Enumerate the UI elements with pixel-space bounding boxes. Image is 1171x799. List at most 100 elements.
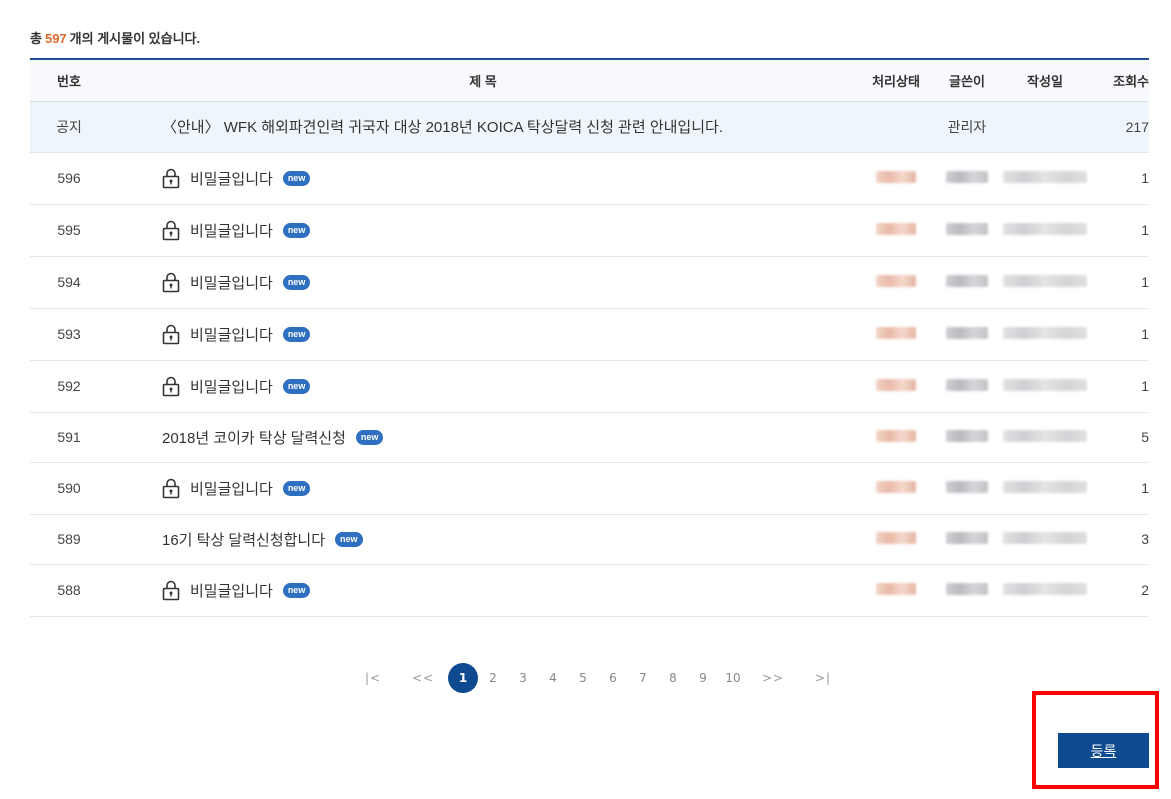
post-title-link[interactable]: 비밀글입니다 new: [108, 477, 858, 499]
post-status: [858, 152, 934, 205]
post-author: [934, 308, 1000, 361]
redacted-author: [946, 171, 988, 183]
table-row[interactable]: 590 비밀글입니다 new 1: [30, 462, 1149, 515]
new-badge: new: [282, 582, 311, 598]
page-number-1[interactable]: 1: [448, 663, 478, 693]
post-title: 비밀글입니다: [190, 274, 273, 292]
redacted-date: [1003, 223, 1087, 235]
table-row[interactable]: 595 비밀글입니다 new 1: [30, 204, 1149, 257]
table-row[interactable]: 589 16기 탁상 달력신청합니다 new 3: [30, 514, 1149, 565]
last-page-button[interactable]: >|: [798, 663, 848, 693]
post-title-link[interactable]: 16기 탁상 달력신청합니다 new: [108, 529, 858, 550]
post-date: [1000, 412, 1090, 463]
post-title: 비밀글입니다: [190, 582, 273, 600]
next-page-button[interactable]: >>: [748, 663, 798, 693]
post-date: [1000, 514, 1090, 565]
post-num: 595: [30, 204, 108, 257]
post-title-cell: 비밀글입니다 new: [108, 462, 858, 515]
redacted-date: [1003, 532, 1087, 544]
post-author: [934, 412, 1000, 463]
table-row[interactable]: 591 2018년 코이카 탁상 달력신청 new 5: [30, 412, 1149, 463]
summary-suffix: 개의 게시물이 있습니다.: [69, 31, 201, 46]
page-number-6[interactable]: 6: [598, 663, 628, 693]
column-header-num: 번호: [30, 58, 108, 102]
redacted-status: [876, 481, 916, 493]
redacted-status: [876, 223, 916, 235]
post-date: [1000, 256, 1090, 309]
post-num: 590: [30, 462, 108, 515]
page-number-9[interactable]: 9: [688, 663, 718, 693]
column-header-status: 처리상태: [858, 58, 934, 102]
column-header-date: 작성일: [1000, 58, 1090, 102]
notice-title-cell: 〈안내〉 WFK 해외파견인력 귀국자 대상 2018년 KOICA 탁상달력 …: [108, 101, 858, 153]
table-row[interactable]: 592 비밀글입니다 new 1: [30, 360, 1149, 413]
post-status: [858, 204, 934, 257]
post-title-link[interactable]: 비밀글입니다 new: [108, 167, 858, 189]
post-title: 비밀글입니다: [190, 222, 273, 240]
new-badge: new: [282, 480, 311, 496]
table-row[interactable]: 593 비밀글입니다 new 1: [30, 308, 1149, 361]
notice-date: [1000, 101, 1090, 153]
redacted-date: [1003, 327, 1087, 339]
first-page-button[interactable]: |<: [348, 663, 398, 693]
post-status: [858, 308, 934, 361]
redacted-status: [876, 171, 916, 183]
post-author: [934, 514, 1000, 565]
table-row[interactable]: 588 비밀글입니다 new 2: [30, 564, 1149, 617]
post-views: 1: [1090, 308, 1149, 361]
post-title-link[interactable]: 비밀글입니다 new: [108, 271, 858, 293]
post-title-link[interactable]: 비밀글입니다 new: [108, 219, 858, 241]
table-row[interactable]: 596 비밀글입니다 new 1: [30, 152, 1149, 205]
pagination: |< << 1 2 3 4 5 6 7 8 9 10 >> >|: [348, 663, 848, 693]
column-header-views: 조회수: [1090, 58, 1149, 102]
new-badge: new: [335, 531, 363, 547]
post-title-link[interactable]: 비밀글입니다 new: [108, 323, 858, 345]
post-title-link[interactable]: 비밀글입니다 new: [108, 375, 858, 397]
redacted-author: [946, 430, 988, 442]
new-badge: new: [355, 429, 384, 445]
post-title: 2018년 코이카 탁상 달력신청: [162, 429, 346, 447]
page-number-10[interactable]: 10: [718, 663, 748, 693]
column-header-author: 글쓴이: [934, 58, 1000, 102]
column-header-title: 제 목: [108, 58, 858, 102]
post-date: [1000, 360, 1090, 413]
notice-title-link[interactable]: 〈안내〉 WFK 해외파견인력 귀국자 대상 2018년 KOICA 탁상달력 …: [108, 116, 858, 137]
notice-views: 217: [1090, 101, 1149, 153]
notice-num: 공지: [30, 101, 108, 153]
redacted-date: [1003, 171, 1087, 183]
page-number-5[interactable]: 5: [568, 663, 598, 693]
post-date: [1000, 462, 1090, 515]
post-status: [858, 462, 934, 515]
redacted-status: [876, 275, 916, 287]
notice-row[interactable]: 공지 〈안내〉 WFK 해외파견인력 귀국자 대상 2018년 KOICA 탁상…: [30, 101, 1149, 153]
page-number-3[interactable]: 3: [508, 663, 538, 693]
table-row[interactable]: 594 비밀글입니다 new 1: [30, 256, 1149, 309]
lock-icon: [160, 167, 182, 189]
post-status: [858, 256, 934, 309]
page-number-2[interactable]: 2: [478, 663, 508, 693]
post-num: 589: [30, 514, 108, 565]
post-num: 594: [30, 256, 108, 309]
post-title-cell: 비밀글입니다 new: [108, 256, 858, 309]
page-number-8[interactable]: 8: [658, 663, 688, 693]
page-number-4[interactable]: 4: [538, 663, 568, 693]
lock-icon: [160, 477, 182, 499]
post-date: [1000, 308, 1090, 361]
page-number-7[interactable]: 7: [628, 663, 658, 693]
new-badge: new: [282, 378, 311, 394]
redacted-status: [876, 379, 916, 391]
lock-icon: [160, 323, 182, 345]
register-button[interactable]: 등록: [1058, 733, 1149, 768]
post-views: 1: [1090, 152, 1149, 205]
prev-page-button[interactable]: <<: [398, 663, 448, 693]
lock-icon: [160, 219, 182, 241]
post-title: 비밀글입니다: [190, 480, 273, 498]
post-title-link[interactable]: 비밀글입니다 new: [108, 579, 858, 601]
post-num: 591: [30, 412, 108, 463]
post-author: [934, 152, 1000, 205]
post-title-link[interactable]: 2018년 코이카 탁상 달력신청 new: [108, 427, 858, 448]
redacted-author: [946, 327, 988, 339]
post-date: [1000, 204, 1090, 257]
post-status: [858, 514, 934, 565]
new-badge: new: [282, 326, 311, 342]
